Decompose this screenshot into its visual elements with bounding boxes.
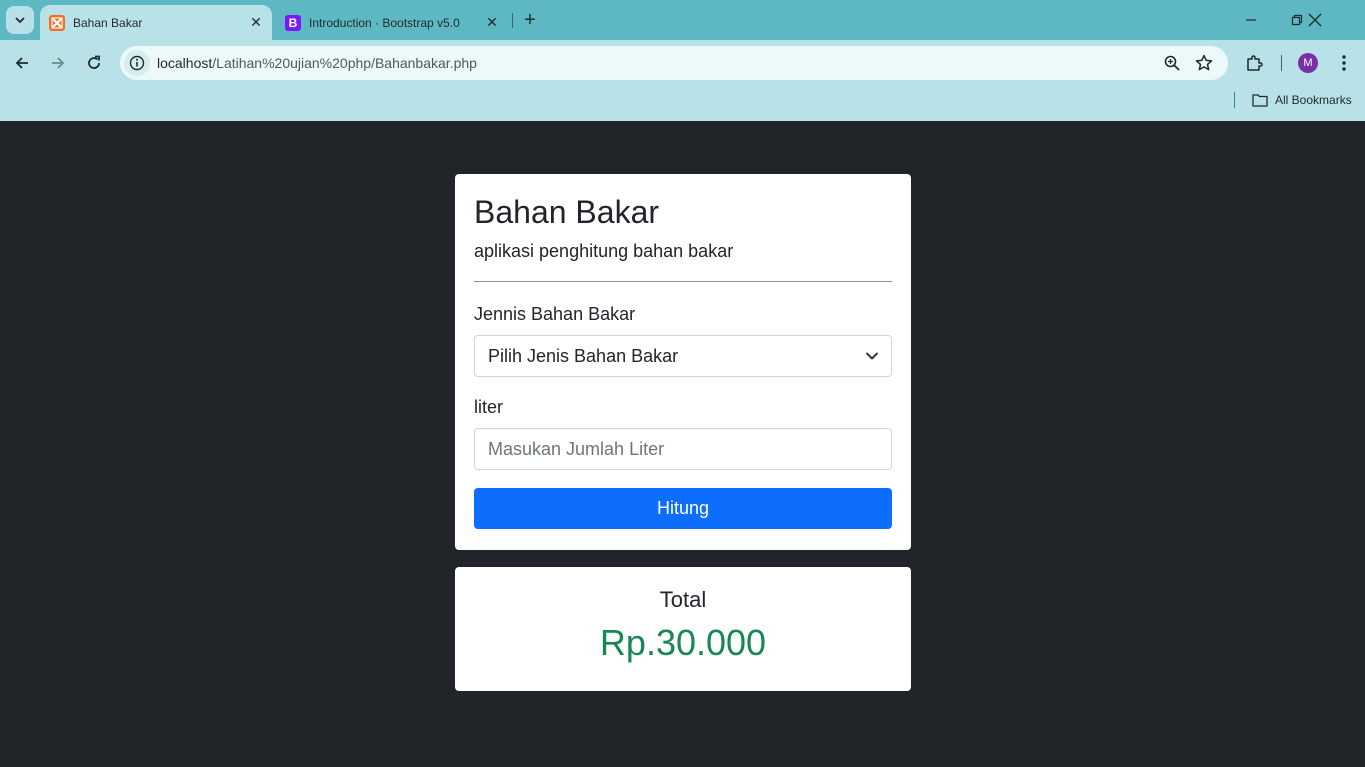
reload-button[interactable] xyxy=(80,49,108,77)
close-tab-icon[interactable]: ✕ xyxy=(482,13,502,33)
extensions-icon[interactable] xyxy=(1242,51,1266,75)
new-tab-button[interactable]: + xyxy=(518,8,542,32)
bookmark-star-icon[interactable] xyxy=(1192,51,1216,75)
chevron-down-icon xyxy=(866,352,878,360)
tab-label: Introduction · Bootstrap v5.0 xyxy=(309,15,460,30)
arrow-right-icon xyxy=(52,57,65,69)
page-title: Bahan Bakar xyxy=(474,194,660,230)
close-icon xyxy=(1308,13,1322,27)
forward-button[interactable] xyxy=(44,49,72,77)
browser-menu-button[interactable] xyxy=(1332,51,1356,75)
liter-input[interactable]: Masukan Jumlah Liter xyxy=(474,428,892,470)
zoom-icon[interactable] xyxy=(1160,51,1184,75)
url-text: localhost/Latihan%20ujian%20php/Bahanbak… xyxy=(157,55,477,71)
tab-search-button[interactable] xyxy=(6,6,34,34)
folder-icon xyxy=(1252,94,1268,107)
close-tab-icon[interactable]: ✕ xyxy=(246,13,266,33)
hitung-button[interactable]: Hitung xyxy=(474,488,892,529)
liter-label: liter xyxy=(474,397,504,417)
liter-input-placeholder: Masukan Jumlah Liter xyxy=(488,438,665,459)
bootstrap-icon: B xyxy=(285,14,301,31)
divider xyxy=(474,281,892,282)
minimize-icon xyxy=(1246,19,1256,21)
close-window-button-area[interactable] xyxy=(1297,6,1333,34)
page-subtitle: aplikasi penghitung bahan bakar xyxy=(474,241,734,261)
url-path: /Latihan%20ujian%20php/Bahanbakar.php xyxy=(212,55,477,71)
chevron-down-icon xyxy=(15,17,25,24)
avatar: M xyxy=(1298,53,1318,73)
arrow-left-icon xyxy=(15,57,28,69)
minimize-button[interactable] xyxy=(1233,6,1269,34)
fuel-calculator-card: Bahan Bakar aplikasi penghitung bahan ba… xyxy=(455,174,911,550)
tab-bootstrap-introduction[interactable]: B Introduction · Bootstrap v5.0 ✕ xyxy=(276,5,508,40)
fuel-type-label: Jennis Bahan Bakar xyxy=(474,304,636,324)
toolbar-divider xyxy=(1281,55,1282,71)
tab-label: Bahan Bakar xyxy=(73,15,143,30)
total-label: Total xyxy=(659,587,707,612)
all-bookmarks-label: All Bookmarks xyxy=(1275,93,1352,107)
bookmarks-bar: All Bookmarks xyxy=(0,86,1365,121)
xampp-icon xyxy=(49,14,65,31)
more-vert-icon xyxy=(1342,55,1346,71)
fuel-type-select[interactable]: Pilih Jenis Bahan Bakar xyxy=(474,335,892,377)
site-info-icon[interactable] xyxy=(124,50,150,76)
fuel-type-selected-value: Pilih Jenis Bahan Bakar xyxy=(488,345,679,366)
back-button[interactable] xyxy=(8,49,36,77)
total-value: Rp.30.000 xyxy=(599,622,767,663)
all-bookmarks-button[interactable]: All Bookmarks xyxy=(1252,90,1352,110)
bookmarks-divider xyxy=(1234,92,1235,108)
browser-toolbar: localhost/Latihan%20ujian%20php/Bahanbak… xyxy=(0,40,1365,86)
tab-divider xyxy=(512,13,513,28)
browser-titlebar: Bahan Bakar ✕ B Introduction · Bootstrap… xyxy=(0,0,1365,40)
url-host: localhost xyxy=(157,55,213,71)
tab-bahan-bakar[interactable]: Bahan Bakar ✕ xyxy=(40,5,272,40)
profile-button[interactable]: M xyxy=(1296,51,1320,75)
total-card: Total Rp.30.000 xyxy=(455,567,911,691)
reload-icon xyxy=(88,55,100,69)
address-bar[interactable]: localhost/Latihan%20ujian%20php/Bahanbak… xyxy=(120,46,1228,80)
